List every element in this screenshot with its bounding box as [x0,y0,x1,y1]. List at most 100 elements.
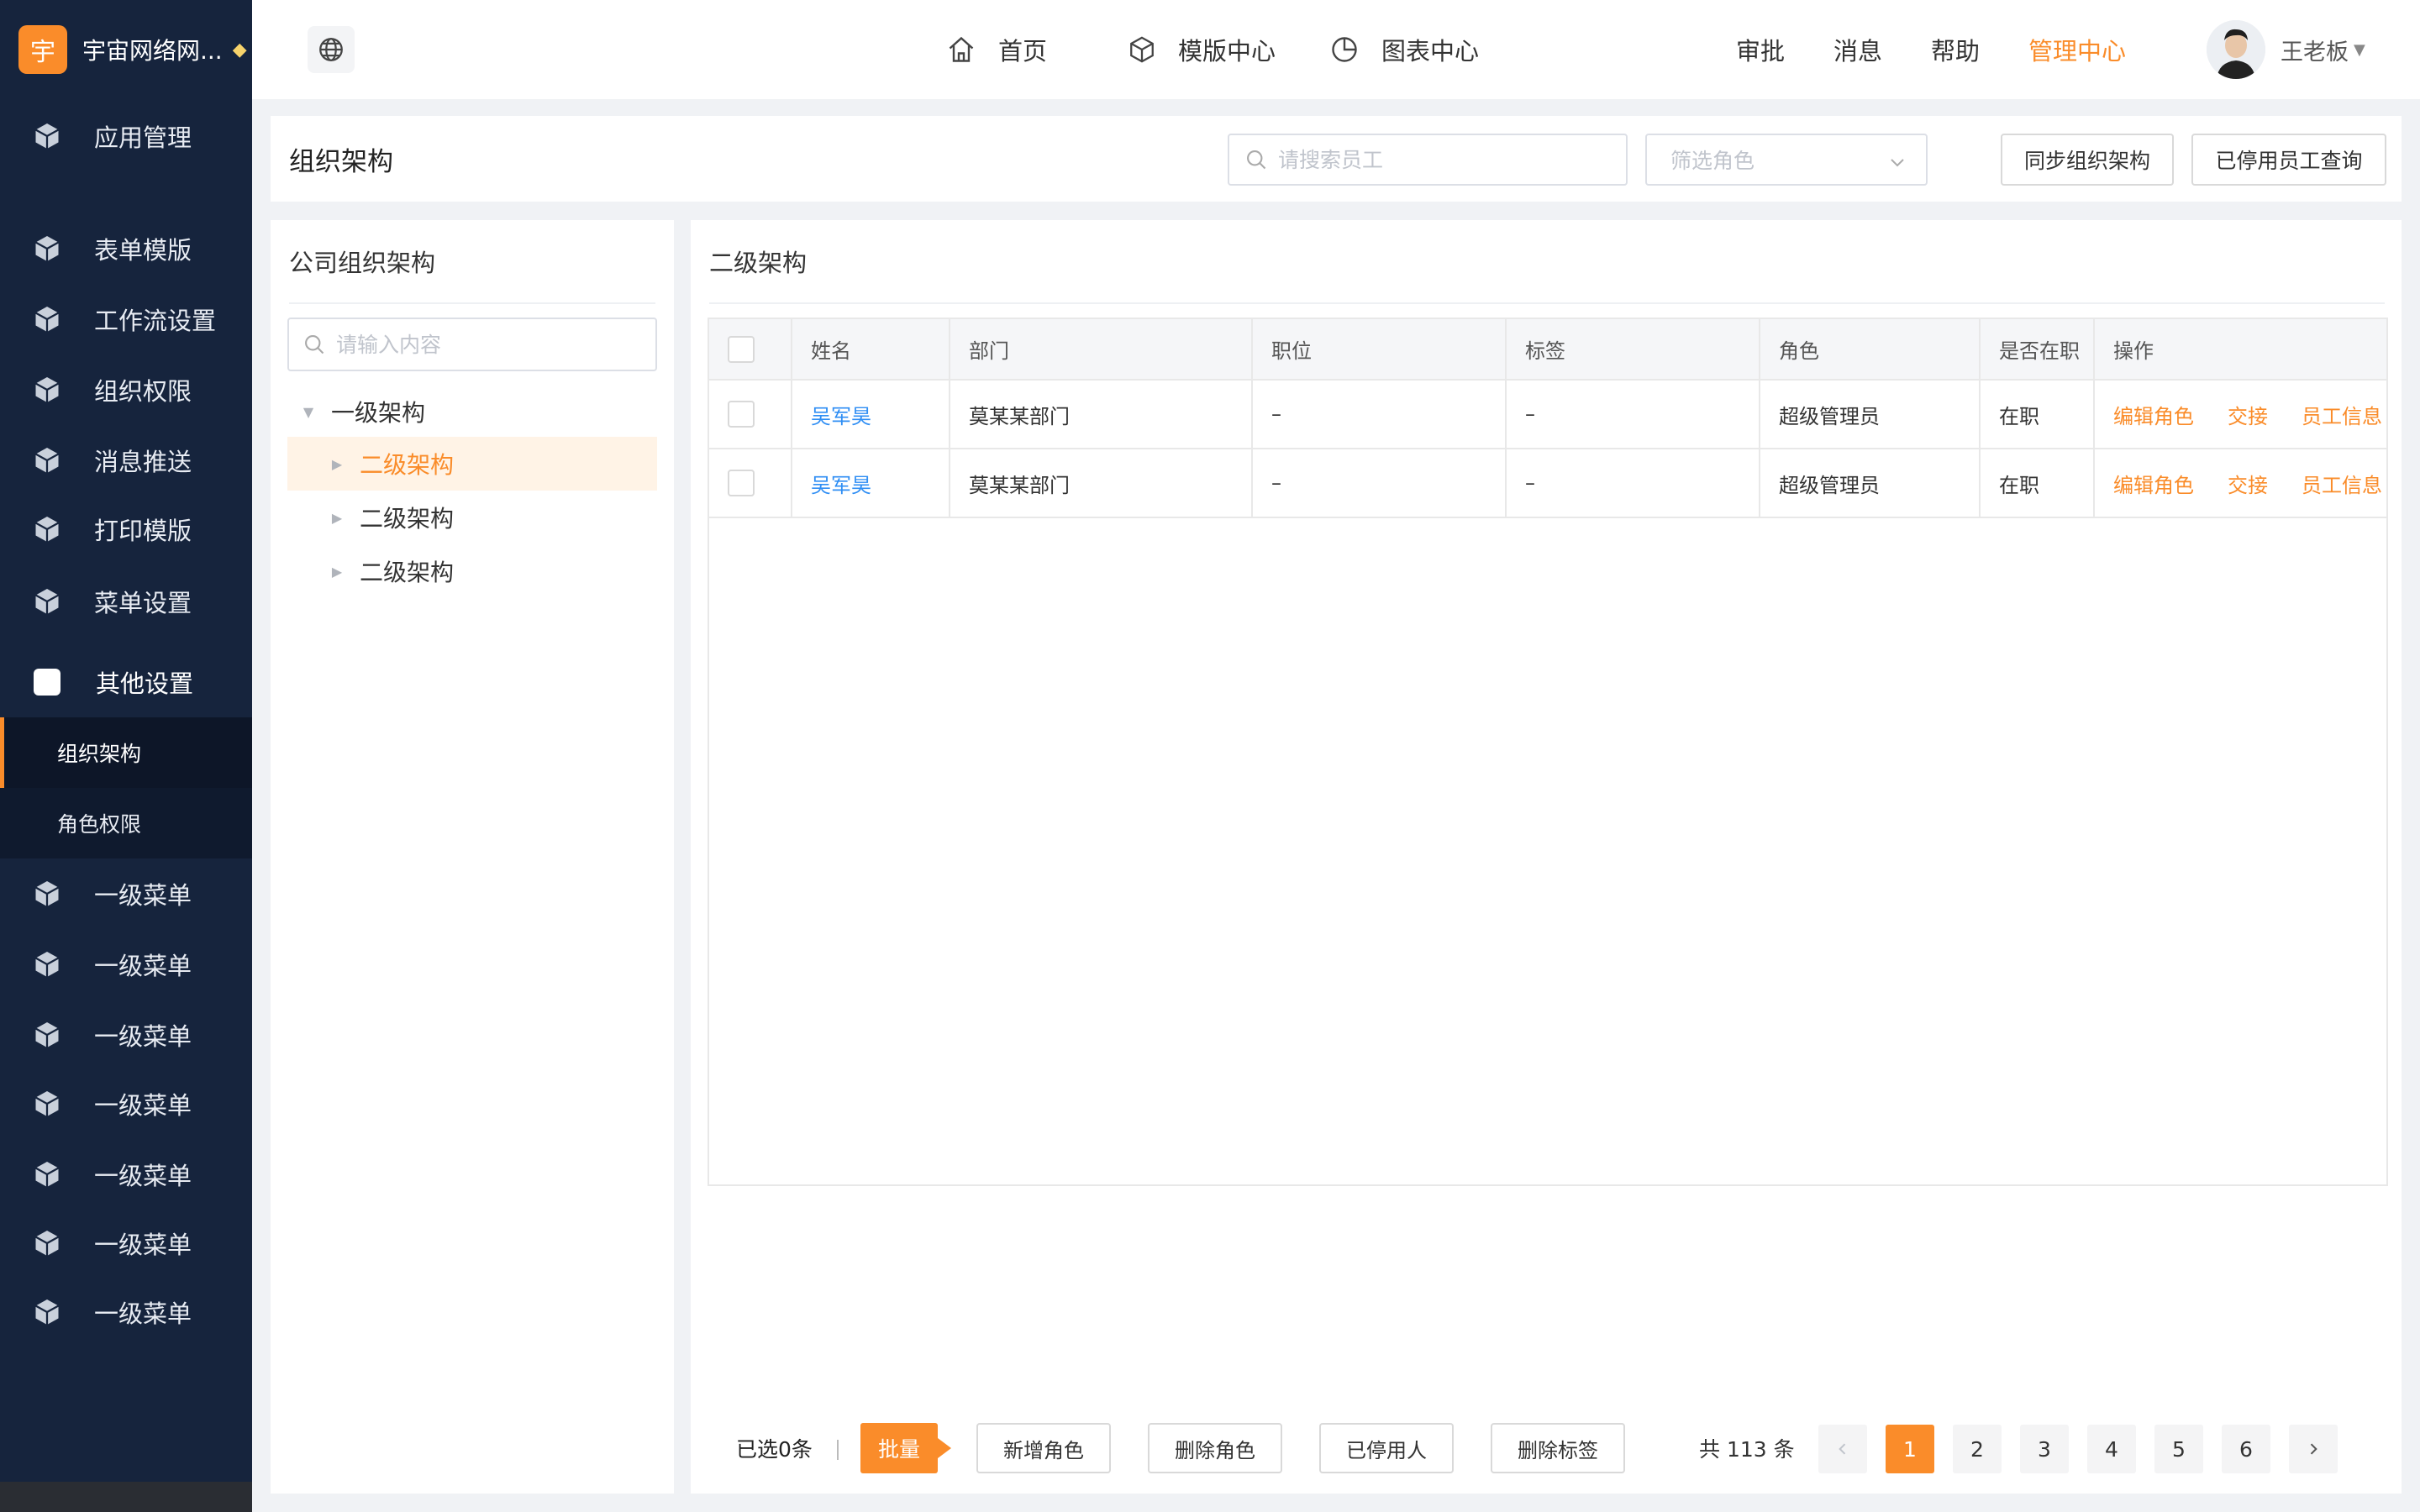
page-button[interactable]: 6 [2222,1425,2270,1473]
column-header[interactable]: 角色 [1760,319,1981,381]
sidebar-item-other-settings[interactable]: 其他设置 [0,650,252,714]
select-all-cell [709,319,792,381]
sidebar-item-level1-menu[interactable]: 一级菜单 [0,1211,252,1275]
next-page-button[interactable] [2289,1425,2338,1473]
sidebar-item-message-push[interactable]: 消息推送 [0,428,252,492]
row-checkbox[interactable] [728,401,755,428]
tree-node-label: 二级架构 [360,559,455,586]
employee-info-link[interactable]: 员工信息 [2302,405,2382,428]
cube-icon [34,1231,60,1256]
page-button[interactable]: 5 [2154,1425,2203,1473]
cube-icon [34,1299,60,1325]
sidebar-subitem-role-permission[interactable]: 角色权限 [0,788,252,858]
tree-search-input[interactable] [336,332,655,357]
row-checkbox[interactable] [728,470,755,496]
brand-name[interactable]: 宇宙网络网... [82,33,223,66]
language-button[interactable] [308,26,355,73]
caret-right-icon[interactable]: ▶ [326,510,348,526]
column-header[interactable]: 职位 [1252,319,1507,381]
caret-right-icon[interactable]: ▶ [326,564,348,580]
column-header[interactable]: 标签 [1506,319,1760,381]
employee-name-link[interactable]: 吴军昊 [792,449,950,518]
row-select-cell [709,380,792,449]
search-icon [1247,150,1266,170]
prev-page-button[interactable] [1818,1425,1867,1473]
employee-search-input[interactable] [1278,147,1597,172]
column-header[interactable]: 是否在职 [1980,319,2095,381]
cube-icon [34,377,60,402]
caret-down-icon[interactable]: ▼ [297,404,319,420]
column-header: 操作 [2094,319,2386,381]
sidebar-item-level1-menu[interactable]: 一级菜单 [0,1003,252,1067]
sidebar-item-print-template[interactable]: 打印模版 [0,497,252,561]
sidebar-item-label: 菜单设置 [94,589,192,617]
disabled-users-button[interactable]: 已停用人 [1319,1423,1454,1473]
chevron-right-icon [2310,1443,2317,1455]
tree-node-child[interactable]: ▶ 二级架构 [287,544,657,598]
column-header[interactable]: 姓名 [792,319,950,381]
sync-org-button[interactable]: 同步组织架构 [2001,134,2174,186]
main-panel-title: 二级架构 [709,249,808,277]
page-button[interactable]: 3 [2020,1425,2069,1473]
tree-node-child[interactable]: ▶ 二级架构 [287,437,657,491]
user-menu[interactable]: 王老板 ▼ [2281,0,2365,99]
employee-name-link[interactable]: 吴军昊 [792,380,950,449]
page-button[interactable]: 2 [1953,1425,2002,1473]
employee-info-link[interactable]: 员工信息 [2302,474,2382,497]
page-button[interactable]: 4 [2087,1425,2136,1473]
batch-button[interactable]: 批量 [860,1423,951,1473]
employee-search[interactable] [1228,134,1628,186]
nav-management-center[interactable]: 管理中心 [2028,0,2126,99]
home-icon [949,36,974,62]
sidebar-item-level1-menu[interactable]: 一级菜单 [0,1072,252,1136]
nav-approval[interactable]: 审批 [1736,0,1785,99]
delete-role-button[interactable]: 删除角色 [1148,1423,1282,1473]
nav-chart-center[interactable]: 图表中心 [1329,0,1479,99]
handover-link[interactable]: 交接 [2228,474,2268,497]
org-tree-panel: 公司组织架构 ▼ 一级架构 ▶ 二级架构 ▶ 二级架构 ▶ 二级架构 [271,220,674,1494]
position-cell: – [1252,380,1507,449]
page-title: 组织架构 [289,146,393,177]
handover-link[interactable]: 交接 [2228,405,2268,428]
cube-icon [34,123,60,149]
sidebar-item-level1-menu[interactable]: 一级菜单 [0,1280,252,1344]
tree-node-label: 二级架构 [360,505,455,533]
sidebar-item-level1-menu[interactable]: 一级菜单 [0,1142,252,1206]
column-header[interactable]: 部门 [950,319,1253,381]
edit-role-link[interactable]: 编辑角色 [2113,474,2194,497]
page-button[interactable]: 1 [1886,1425,1934,1473]
sidebar-item-level1-menu[interactable]: 一级菜单 [0,862,252,926]
sidebar-item-menu-settings[interactable]: 菜单设置 [0,570,252,633]
sidebar-item-org-permission[interactable]: 组织权限 [0,358,252,422]
cube-icon [34,589,60,614]
avatar[interactable] [2207,20,2265,79]
nav-template-center[interactable]: 模版中心 [1128,0,1276,99]
sidebar-item-level1-menu[interactable]: 一级菜单 [0,932,252,996]
edit-role-link[interactable]: 编辑角色 [2113,405,2194,428]
disabled-employee-query-button[interactable]: 已停用员工查询 [2191,134,2386,186]
tree-node-root[interactable]: ▼ 一级架构 [287,385,657,438]
role-filter-select[interactable]: 筛选角色 [1645,134,1928,186]
select-all-checkbox[interactable] [728,335,755,363]
table-footer: 已选0条 批量 新增角色 删除角色 已停用人 删除标签 共 113 条 1 2 … [691,1418,2402,1478]
sidebar-item-workflow[interactable]: 工作流设置 [0,287,252,351]
nav-home[interactable]: 首页 [946,0,1047,99]
nav-help[interactable]: 帮助 [1931,0,1980,99]
employee-table: 姓名 部门 职位 标签 角色 是否在职 操作 吴军昊 莫某某部门 – – 超级管… [708,318,2388,1186]
sidebar-item-form-template[interactable]: 表单模版 [0,217,252,281]
tree-node-child[interactable]: ▶ 二级架构 [287,491,657,544]
role-cell: 超级管理员 [1760,449,1981,518]
sidebar-item-app-management[interactable]: 应用管理 [0,104,252,168]
sidebar-item-label: 一级菜单 [94,881,192,910]
table-row: 吴军昊 莫某某部门 – – 超级管理员 在职 编辑角色 交接 员工信息 [709,449,2386,518]
tag-cell: – [1506,380,1760,449]
add-role-button[interactable]: 新增角色 [976,1423,1111,1473]
caret-down-icon: ▼ [2354,40,2365,59]
sidebar-subitem-org-structure[interactable]: 组织架构 [0,717,252,788]
caret-right-icon[interactable]: ▶ [326,456,348,472]
tree-search[interactable] [287,318,657,371]
delete-tag-button[interactable]: 删除标签 [1491,1423,1625,1473]
nav-messages[interactable]: 消息 [1833,0,1882,99]
role-cell: 超级管理员 [1760,380,1981,449]
globe-icon [319,38,343,61]
